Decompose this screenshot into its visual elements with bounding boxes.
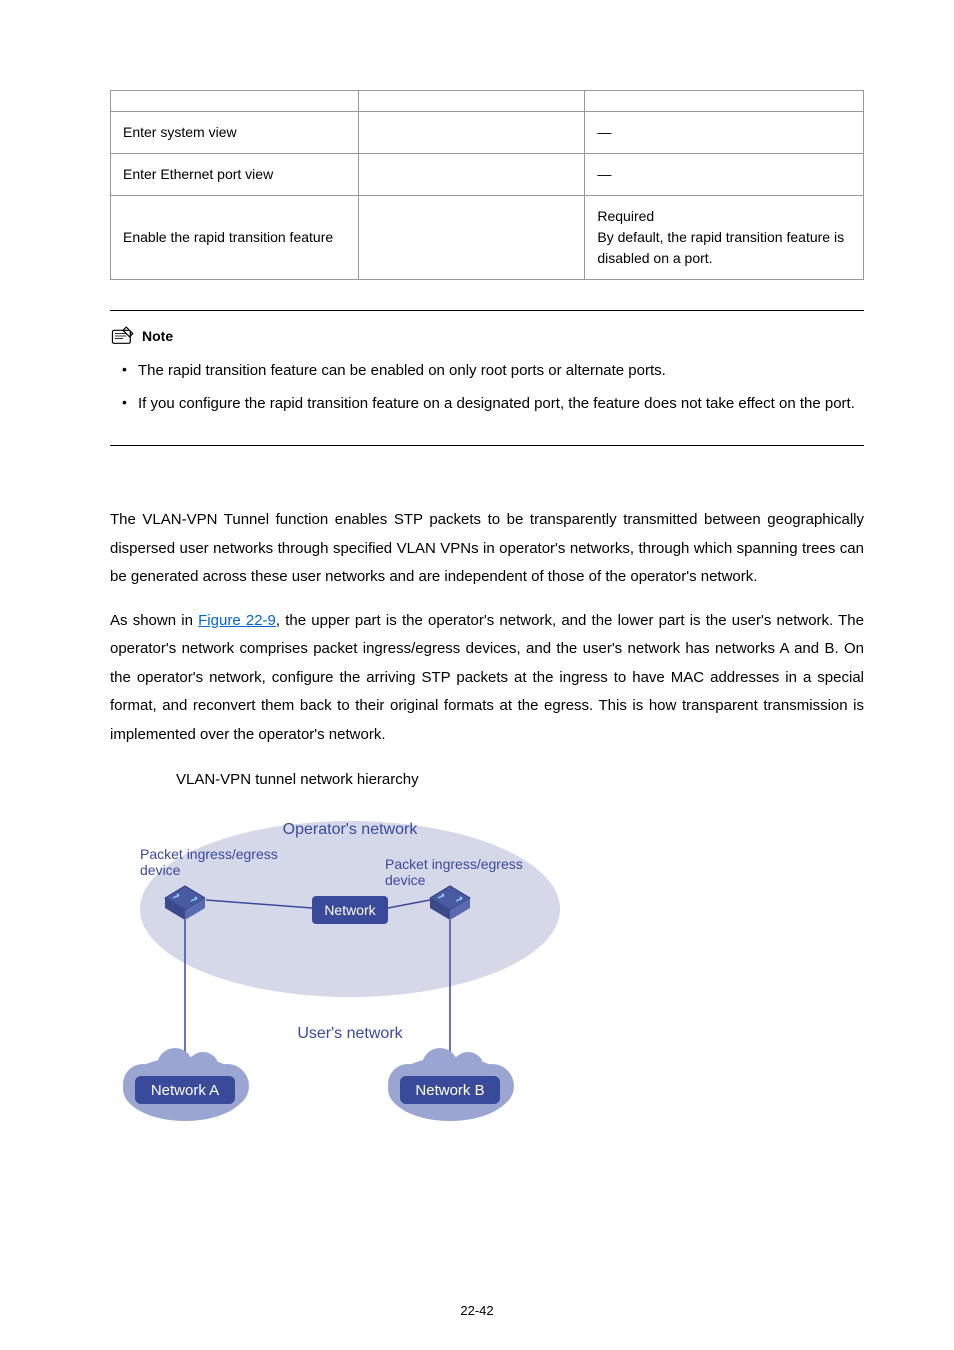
note-list: The rapid transition feature can be enab… [110, 357, 864, 417]
list-item: If you configure the rapid transition fe… [110, 390, 864, 417]
diagram-label-user: User's network [297, 1025, 403, 1042]
body-paragraph: The VLAN-VPN Tunnel function enables STP… [110, 506, 864, 592]
note-icon [110, 325, 136, 347]
table-row: Enter Ethernet port view — [111, 154, 864, 196]
svg-text:device: device [140, 862, 181, 878]
cell-op: Enter system view [111, 112, 359, 154]
note-label: Note [142, 326, 173, 347]
figure-caption: VLAN-VPN tunnel network hierarchy [110, 769, 864, 792]
cell-cmd [359, 154, 585, 196]
diagram-label-ingress: Packet ingress/egress [385, 856, 523, 872]
cell-desc: Required By default, the rapid transitio… [585, 196, 864, 280]
network-diagram: Operator's network Packet ingress/egress… [120, 804, 580, 1134]
diagram-label-neta: Network A [151, 1082, 219, 1099]
list-item: The rapid transition feature can be enab… [110, 357, 864, 384]
page-number: 22-42 [0, 1301, 954, 1321]
cell-op: Enable the rapid transition feature [111, 196, 359, 280]
cell-cmd [359, 112, 585, 154]
note-block: Note The rapid transition feature can be… [110, 310, 864, 446]
table-row: Enter system view — [111, 112, 864, 154]
diagram-label-network: Network [324, 902, 376, 918]
body-paragraph: As shown in Figure 22-9, the upper part … [110, 607, 864, 750]
cell-desc: — [585, 112, 864, 154]
svg-text:device: device [385, 872, 426, 888]
table-row: Enable the rapid transition feature Requ… [111, 196, 864, 280]
cloud-icon: Network A [123, 1048, 249, 1121]
cell-desc: — [585, 154, 864, 196]
diagram-label-operator: Operator's network [283, 821, 419, 838]
cloud-icon: Network B [388, 1048, 514, 1121]
text-segment: As shown in [110, 612, 198, 629]
cell-cmd [359, 196, 585, 280]
text-segment: , the upper part is the operator's netwo… [110, 612, 864, 743]
diagram-label-netb: Network B [415, 1082, 484, 1099]
config-table: Enter system view — Enter Ethernet port … [110, 90, 864, 280]
figure-link[interactable]: Figure 22-9 [198, 612, 276, 629]
cell-op: Enter Ethernet port view [111, 154, 359, 196]
diagram-label-ingress: Packet ingress/egress [140, 846, 278, 862]
table-header-row [111, 91, 864, 112]
